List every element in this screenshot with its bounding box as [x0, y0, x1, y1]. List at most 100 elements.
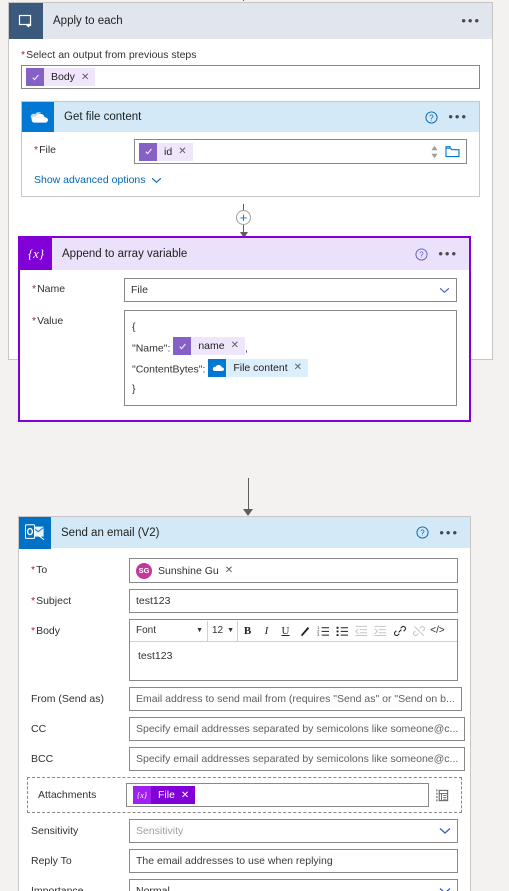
underline-label: U — [281, 624, 290, 637]
append-name-select[interactable]: File — [124, 278, 457, 302]
token-file-variable[interactable]: {x} File ✕ — [133, 786, 196, 804]
font-size-dropdown[interactable]: 12 ▼ — [208, 620, 238, 641]
append-name-row: *Name File — [32, 278, 457, 302]
append-name-label-text: Name — [37, 283, 66, 295]
bcc-input[interactable]: Specify email addresses separated by sem… — [129, 747, 466, 771]
to-field-label-text: To — [36, 564, 48, 576]
help-icon[interactable]: ? — [425, 110, 438, 124]
append-to-array-variable-header[interactable]: {x} Append to array variable ? ••• — [20, 238, 469, 270]
token-file-content-label: File content — [233, 361, 288, 374]
send-an-email-body: *To SG Sunshine Gu ✕ *Subject test123 *B… — [19, 548, 470, 891]
cc-field-label: CC — [31, 723, 47, 735]
insert-step-button[interactable]: + — [236, 210, 251, 225]
sensitivity-field-label: Sensitivity — [31, 825, 79, 837]
token-body-remove[interactable]: ✕ — [81, 72, 95, 83]
chevron-down-icon[interactable] — [439, 887, 451, 891]
bcc-field-label: BCC — [31, 753, 54, 765]
svg-text:?: ? — [421, 529, 426, 538]
apply-to-each-more-button[interactable]: ••• — [461, 14, 481, 27]
select-output-label-text: Select an output from previous steps — [26, 49, 197, 61]
sensitivity-select[interactable]: Sensitivity — [129, 819, 458, 843]
get-file-content-more-button[interactable]: ••• — [448, 110, 468, 123]
attachments-field-row: Attachments {x} File ✕ — [27, 777, 462, 813]
increase-indent-icon[interactable] — [371, 621, 390, 641]
file-field-row: *File id ✕ — [22, 132, 479, 164]
decrease-indent-icon[interactable] — [352, 621, 371, 641]
file-picker-spinner[interactable] — [430, 144, 439, 160]
required-marker: * — [21, 49, 26, 61]
required-marker: * — [32, 315, 37, 327]
flow-designer-canvas: Apply to each ••• *Select an output from… — [0, 0, 509, 891]
apply-to-each-icon — [9, 3, 43, 39]
token-body[interactable]: Body ✕ — [26, 68, 96, 86]
token-id-label: id — [164, 145, 173, 158]
font-family-value: Font — [136, 625, 157, 636]
text-color-icon[interactable] — [295, 621, 314, 641]
send-an-email-more-button[interactable]: ••• — [439, 526, 459, 539]
token-id[interactable]: id ✕ — [139, 142, 193, 161]
switch-to-input-array-icon[interactable] — [429, 788, 455, 803]
onedrive-icon — [208, 358, 227, 377]
bold-button[interactable]: B — [238, 621, 257, 641]
apply-to-each-header[interactable]: Apply to each ••• — [9, 3, 492, 39]
token-file-content-remove[interactable]: ✕ — [294, 358, 308, 378]
bulleted-list-icon[interactable] — [333, 621, 352, 641]
svg-text:?: ? — [430, 113, 435, 122]
folder-icon[interactable] — [445, 145, 462, 158]
token-file-content[interactable]: File content ✕ — [208, 358, 309, 378]
attachments-input[interactable]: {x} File ✕ — [126, 783, 429, 807]
italic-button[interactable]: I — [257, 621, 276, 641]
sensitivity-value: Sensitivity — [136, 825, 184, 837]
reply-to-input[interactable]: The email addresses to use when replying — [129, 849, 458, 873]
importance-select[interactable]: Normal — [129, 879, 458, 891]
connector-top-stub — [243, 0, 244, 1]
body-field-label-text: Body — [36, 625, 61, 637]
link-icon[interactable] — [390, 621, 409, 641]
body-text-area[interactable]: test123 — [130, 642, 457, 680]
code-view-icon[interactable]: </> — [428, 621, 447, 641]
cc-input[interactable]: Specify email addresses separated by sem… — [129, 717, 466, 741]
file-input[interactable]: id ✕ — [134, 139, 467, 164]
token-id-remove[interactable]: ✕ — [178, 146, 192, 157]
append-value-label-text: Value — [37, 315, 64, 327]
append-to-array-variable-card: {x} Append to array variable ? ••• * Name — [18, 236, 471, 422]
font-family-dropdown[interactable]: Font ▼ — [132, 620, 208, 641]
underline-button[interactable]: U — [276, 621, 295, 641]
chevron-down-icon[interactable] — [439, 827, 451, 835]
from-input[interactable]: Email address to send mail from (require… — [129, 687, 462, 711]
get-file-content-header[interactable]: Get file content ? ••• — [22, 102, 479, 132]
recipient-remove[interactable]: ✕ — [225, 565, 233, 576]
avatar: SG — [136, 562, 152, 579]
append-to-array-variable-title: Append to array variable — [62, 248, 188, 260]
chevron-down-icon[interactable] — [439, 287, 450, 294]
subject-input[interactable]: test123 — [129, 589, 458, 613]
token-name-remove[interactable]: ✕ — [231, 336, 245, 356]
append-more-button[interactable]: ••• — [438, 247, 458, 260]
subject-field-label: *Subject — [31, 589, 129, 607]
to-input[interactable]: SG Sunshine Gu ✕ — [129, 558, 458, 583]
numbered-list-icon[interactable]: 1 2 3 — [314, 621, 333, 641]
font-size-value: 12 — [212, 625, 224, 636]
bcc-field-row: BCC Specify email addresses separated by… — [19, 747, 470, 771]
token-name[interactable]: name ✕ — [173, 337, 245, 355]
value-contentbytes-key: "ContentBytes": — [132, 363, 206, 375]
help-icon[interactable]: ? — [416, 526, 429, 539]
unlink-icon[interactable] — [409, 621, 428, 641]
send-an-email-title: Send an email (V2) — [61, 526, 160, 539]
onedrive-icon — [22, 102, 54, 132]
append-value-label: *Value — [32, 310, 124, 327]
show-advanced-options-link[interactable]: Show advanced options — [34, 174, 146, 186]
body-field-label: *Body — [31, 619, 129, 637]
help-icon[interactable]: ? — [415, 247, 428, 261]
dynamic-content-icon — [26, 68, 44, 86]
token-file-variable-remove[interactable]: ✕ — [181, 790, 195, 801]
sensitivity-field-row: Sensitivity Sensitivity — [19, 819, 470, 843]
attachments-field-label: Attachments — [38, 789, 97, 801]
italic-label: I — [264, 624, 269, 637]
connector-arrow-icon — [243, 509, 253, 516]
append-value-editor[interactable]: { "Name": name ✕ , "ContentBytes": File … — [124, 310, 457, 406]
select-output-input[interactable]: Body ✕ — [21, 65, 480, 89]
send-an-email-header[interactable]: Send an email (V2) ? ••• — [18, 516, 471, 549]
recipient-name: Sunshine Gu — [158, 564, 219, 577]
chevron-down-icon[interactable] — [151, 177, 162, 184]
